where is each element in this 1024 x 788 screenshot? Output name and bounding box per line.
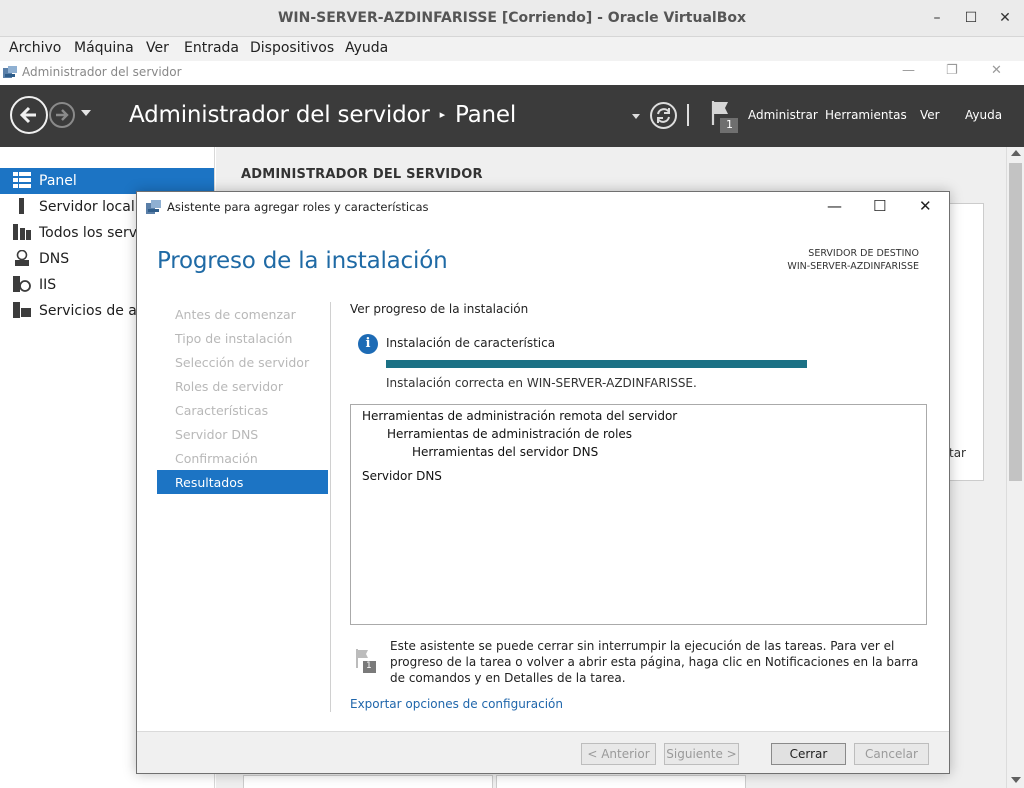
server-icon	[19, 198, 24, 214]
dashboard-title: ADMINISTRADOR DEL SERVIDOR	[241, 167, 483, 182]
sm-minimize-button[interactable]: —	[902, 63, 915, 78]
close-button[interactable]: Cerrar	[771, 743, 846, 765]
file-services-icon	[13, 302, 31, 318]
dashboard-card	[946, 203, 984, 481]
vbox-window-title: WIN-SERVER-AZDINFARISSE [Corriendo] - Or…	[277, 10, 747, 26]
step-resultados[interactable]: Resultados	[157, 470, 328, 494]
scroll-down-icon[interactable]	[1011, 777, 1021, 783]
next-button[interactable]: Siguiente >	[664, 743, 739, 765]
menu-herramientas[interactable]: Herramientas	[825, 108, 907, 122]
install-success-text: Instalación correcta en WIN-SERVER-AZDIN…	[386, 376, 697, 390]
wizard-titlebar: Asistente para agregar roles y caracterí…	[137, 192, 949, 222]
step-roles-de-servidor: Roles de servidor	[175, 379, 283, 394]
wizard-close-button[interactable]: ✕	[919, 197, 932, 215]
app-title: Administrador del servidor	[129, 102, 430, 128]
vbox-minimize-button[interactable]: –	[928, 9, 946, 27]
result-item: Servidor DNS	[362, 469, 442, 483]
scroll-thumb[interactable]	[1009, 163, 1022, 481]
menu-entrada[interactable]: Entrada	[184, 40, 239, 56]
wizard-note: Este asistente se puede cerrar sin inter…	[390, 639, 919, 685]
wizard-window-title: Asistente para agregar roles y caracterí…	[167, 200, 429, 214]
add-roles-wizard: Asistente para agregar roles y caracterí…	[136, 191, 950, 774]
nav-label: Todos los servid	[39, 225, 150, 241]
forward-button[interactable]	[49, 102, 75, 128]
result-item: Herramientas del servidor DNS	[412, 445, 599, 459]
previous-button[interactable]: < Anterior	[581, 743, 656, 765]
note-badge-count: 1	[366, 661, 372, 671]
steps-divider	[330, 302, 331, 712]
wizard-maximize-button[interactable]: ☐	[873, 197, 886, 215]
result-item: Herramientas de administración de roles	[387, 427, 633, 441]
step-tipo-de-instalacion: Tipo de instalación	[175, 331, 293, 346]
progress-subheading: Ver progreso de la instalación	[350, 302, 529, 316]
menu-administrar[interactable]: Administrar	[748, 108, 818, 122]
dashboard-tile	[496, 775, 746, 788]
progress-fill	[386, 360, 807, 368]
install-progress-bar	[386, 360, 807, 368]
back-button[interactable]	[10, 96, 48, 134]
destination-server-name: WIN-SERVER-AZDINFARISSE	[787, 261, 919, 272]
menu-ayuda[interactable]: Ayuda	[345, 40, 388, 56]
nav-label: IIS	[39, 277, 57, 293]
header-divider	[687, 104, 689, 126]
dashboard-tile	[243, 775, 493, 788]
destination-server-label: SERVIDOR DE DESTINO	[808, 248, 919, 259]
menu-ver[interactable]: Ver	[146, 40, 169, 56]
page-title: Administrador del servidor ▸ Panel	[129, 102, 516, 128]
dashboard-icon	[13, 172, 31, 188]
vbox-maximize-button[interactable]: ☐	[962, 9, 980, 27]
vbox-close-button[interactable]: ✕	[996, 9, 1014, 27]
vbox-titlebar: WIN-SERVER-AZDINFARISSE [Corriendo] - Or…	[0, 0, 1024, 37]
wizard-app-icon	[146, 200, 161, 214]
results-list: Herramientas de administración remota de…	[350, 404, 927, 625]
wizard-minimize-button[interactable]: —	[827, 197, 842, 215]
dashboard-card-text: tar	[949, 446, 966, 460]
sm-close-button[interactable]: ✕	[991, 63, 1002, 78]
notification-count: 1	[726, 118, 733, 131]
nav-label: Panel	[39, 173, 77, 189]
scroll-up-icon[interactable]	[1011, 150, 1021, 156]
sm-restore-button[interactable]: ❐	[946, 63, 958, 78]
menu-ver-sm[interactable]: Ver	[920, 108, 940, 122]
iis-icon	[13, 276, 31, 292]
wizard-heading: Progreso de la instalación	[157, 248, 448, 274]
step-seleccion-de-servidor: Selección de servidor	[175, 355, 310, 370]
step-servidor-dns: Servidor DNS	[175, 427, 259, 442]
result-item: Herramientas de administración remota de…	[362, 409, 678, 423]
vbox-menubar: Archivo Máquina Ver Entrada Dispositivos…	[0, 37, 1024, 61]
notifications-flag-icon[interactable]: 1	[710, 99, 740, 133]
notification-flag-icon: 1	[355, 648, 377, 674]
vertical-scrollbar[interactable]	[1006, 147, 1024, 788]
menu-maquina[interactable]: Máquina	[74, 40, 134, 56]
menu-ayuda-sm[interactable]: Ayuda	[965, 108, 1002, 122]
menu-dispositivos[interactable]: Dispositivos	[250, 40, 334, 56]
info-icon: i	[358, 334, 378, 354]
arrow-right-icon	[56, 109, 69, 121]
wizard-footer: < Anterior Siguiente > Cerrar Cancelar	[137, 731, 949, 773]
feature-install-label: Instalación de característica	[386, 336, 556, 350]
menu-archivo[interactable]: Archivo	[9, 40, 61, 56]
breadcrumb-page: Panel	[454, 102, 517, 128]
export-config-link[interactable]: Exportar opciones de configuración	[350, 697, 563, 711]
server-manager-icon	[3, 66, 17, 78]
step-confirmacion: Confirmación	[175, 451, 258, 466]
dns-icon	[15, 250, 29, 266]
breadcrumb-separator: ▸	[439, 108, 446, 121]
step-caracteristicas: Características	[175, 403, 269, 418]
nav-label: DNS	[39, 251, 70, 267]
arrow-left-icon	[19, 106, 36, 124]
step-antes-de-comenzar: Antes de comenzar	[175, 307, 296, 322]
cancel-button[interactable]: Cancelar	[854, 743, 929, 765]
server-manager-titlebar: Administrador del servidor — ❐ ✕	[0, 61, 1024, 85]
nav-label: Servidor local	[39, 199, 135, 215]
servers-icon	[13, 224, 31, 240]
header-dropdown-icon[interactable]	[632, 114, 640, 119]
refresh-icon[interactable]	[650, 102, 677, 129]
server-manager-window-title: Administrador del servidor	[22, 65, 182, 79]
history-dropdown-icon[interactable]	[81, 110, 91, 116]
server-manager-header: Administrador del servidor ▸ Panel 1 Admin…	[0, 85, 1024, 147]
